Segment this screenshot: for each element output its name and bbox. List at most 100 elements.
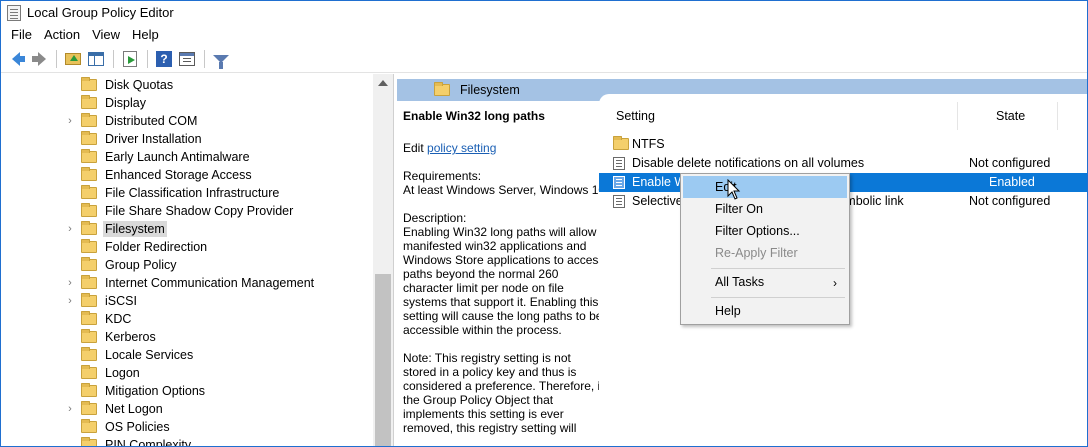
scroll-up-arrow-icon[interactable] xyxy=(378,80,388,86)
tree-item[interactable]: Disk Quotas xyxy=(1,76,373,94)
folder-icon xyxy=(81,77,97,91)
ctx-separator xyxy=(711,297,845,298)
menu-bar: File Action View Help xyxy=(1,24,1087,45)
tree-item[interactable]: › Internet Communication Management xyxy=(1,274,373,292)
forward-button[interactable] xyxy=(28,48,50,70)
expand-chevron-icon[interactable]: › xyxy=(65,400,75,418)
ctx-filter-on[interactable]: Filter On xyxy=(683,198,847,220)
ctx-all-tasks-label: All Tasks xyxy=(715,275,765,289)
tree-item-label: File Classification Infrastructure xyxy=(105,186,280,200)
up-one-level-button[interactable] xyxy=(62,48,84,70)
folder-icon xyxy=(434,82,450,96)
toolbar-separator xyxy=(204,49,205,68)
console-tree: Disk Quotas Display › Distributed COM Driver… xyxy=(1,74,394,446)
tree-item[interactable]: › Distributed COM xyxy=(1,112,373,130)
tree-item[interactable]: Locale Services xyxy=(1,346,373,364)
ctx-separator xyxy=(711,268,845,269)
show-hide-tree-button[interactable] xyxy=(85,48,107,70)
ctx-edit[interactable]: Edit xyxy=(683,176,847,198)
column-header-setting[interactable]: Setting xyxy=(616,109,655,123)
export-list-button[interactable] xyxy=(119,48,141,70)
tree-item[interactable]: › Net Logon xyxy=(1,400,373,418)
toolbar-separator xyxy=(147,49,148,68)
setting-state: Enabled xyxy=(989,175,1035,189)
tree-item[interactable]: File Share Shadow Copy Provider xyxy=(1,202,373,220)
tree-item-label: OS Policies xyxy=(105,420,170,434)
table-row[interactable]: NTFS xyxy=(599,135,1087,154)
tree-item[interactable]: Display xyxy=(1,94,373,112)
tree-item[interactable]: Logon xyxy=(1,364,373,382)
ctx-reapply-filter-label: Re-Apply Filter xyxy=(715,246,798,260)
ctx-filter-options-label: Filter Options... xyxy=(715,224,800,238)
description: Description: Enabling Win32 long paths wi… xyxy=(403,211,607,337)
policy-editor-app-icon xyxy=(7,4,21,21)
expand-chevron-icon[interactable]: › xyxy=(65,274,75,292)
policy-setting-link[interactable]: policy setting xyxy=(427,141,496,155)
tree-item[interactable]: Early Launch Antimalware xyxy=(1,148,373,166)
folder-icon xyxy=(81,311,97,325)
tree-list: Disk Quotas Display › Distributed COM Driver… xyxy=(1,76,373,446)
setting-name: Disable delete notifications on all volu… xyxy=(632,156,865,170)
submenu-chevron-icon: › xyxy=(833,276,837,290)
scrollbar-thumb[interactable] xyxy=(375,274,391,446)
menu-file[interactable]: File xyxy=(5,27,38,42)
tree-item[interactable]: OS Policies xyxy=(1,418,373,436)
policy-setting-icon xyxy=(613,157,625,170)
policy-setting-icon xyxy=(613,195,625,208)
tree-item-label: Early Launch Antimalware xyxy=(105,150,250,164)
folder-icon xyxy=(81,185,97,199)
filter-button[interactable] xyxy=(210,48,232,70)
tree-item[interactable]: PIN Complexity xyxy=(1,436,373,446)
table-row[interactable]: Disable delete notifications on all volu… xyxy=(599,154,1087,173)
folder-up-icon xyxy=(65,52,81,65)
expand-chevron-icon[interactable]: › xyxy=(65,220,75,238)
ctx-all-tasks[interactable]: All Tasks › xyxy=(683,271,847,293)
description-text: Enabling Win32 long paths will allow man… xyxy=(403,225,605,337)
forward-arrow-icon xyxy=(32,51,46,66)
tree-scrollbar[interactable] xyxy=(373,74,393,446)
ctx-filter-options[interactable]: Filter Options... xyxy=(683,220,847,242)
menu-help[interactable]: Help xyxy=(126,27,165,42)
toolbar: ? xyxy=(1,45,1087,73)
folder-icon xyxy=(81,257,97,271)
ctx-help[interactable]: Help xyxy=(683,300,847,322)
requirements-value: At least Windows Server, Windows 10 xyxy=(403,183,606,197)
tree-item[interactable]: Enhanced Storage Access xyxy=(1,166,373,184)
column-header-state[interactable]: State xyxy=(996,109,1025,123)
column-divider[interactable] xyxy=(1057,102,1058,130)
tree-item[interactable]: Driver Installation xyxy=(1,130,373,148)
back-arrow-icon xyxy=(12,51,25,66)
folder-icon xyxy=(81,365,97,379)
menu-view[interactable]: View xyxy=(86,27,126,42)
column-divider[interactable] xyxy=(957,102,958,130)
tree-item[interactable]: › Filesystem xyxy=(1,220,373,238)
tree-item[interactable]: Kerberos xyxy=(1,328,373,346)
tree-item[interactable]: › iSCSI xyxy=(1,292,373,310)
extended-description: Enable Win32 long paths Edit policy sett… xyxy=(397,101,607,446)
tree-item-label: Display xyxy=(105,96,146,110)
folder-icon xyxy=(81,329,97,343)
tree-item-label: Mitigation Options xyxy=(105,384,206,398)
list-header: Setting State xyxy=(599,102,1087,130)
expand-chevron-icon[interactable]: › xyxy=(65,112,75,130)
back-button[interactable] xyxy=(5,48,27,70)
edit-prefix: Edit xyxy=(403,141,428,155)
menu-action[interactable]: Action xyxy=(38,27,86,42)
properties-button[interactable] xyxy=(176,48,198,70)
help-button[interactable]: ? xyxy=(153,48,175,70)
expand-chevron-icon[interactable]: › xyxy=(65,292,75,310)
tree-item[interactable]: File Classification Infrastructure xyxy=(1,184,373,202)
tree-item-label: Locale Services xyxy=(105,348,194,362)
tree-item[interactable]: Group Policy xyxy=(1,256,373,274)
folder-icon xyxy=(81,221,97,235)
tree-item[interactable]: Folder Redirection xyxy=(1,238,373,256)
tree-item[interactable]: KDC xyxy=(1,310,373,328)
setting-state: Not configured xyxy=(969,156,1051,170)
window-title: Local Group Policy Editor xyxy=(27,5,174,20)
app-window: Local Group Policy Editor File Action Vi… xyxy=(0,0,1088,447)
filter-icon xyxy=(213,54,229,69)
ctx-reapply-filter: Re-Apply Filter xyxy=(683,242,847,264)
tree-item[interactable]: Mitigation Options xyxy=(1,382,373,400)
folder-icon xyxy=(613,136,629,150)
tree-item-label: File Share Shadow Copy Provider xyxy=(105,204,294,218)
